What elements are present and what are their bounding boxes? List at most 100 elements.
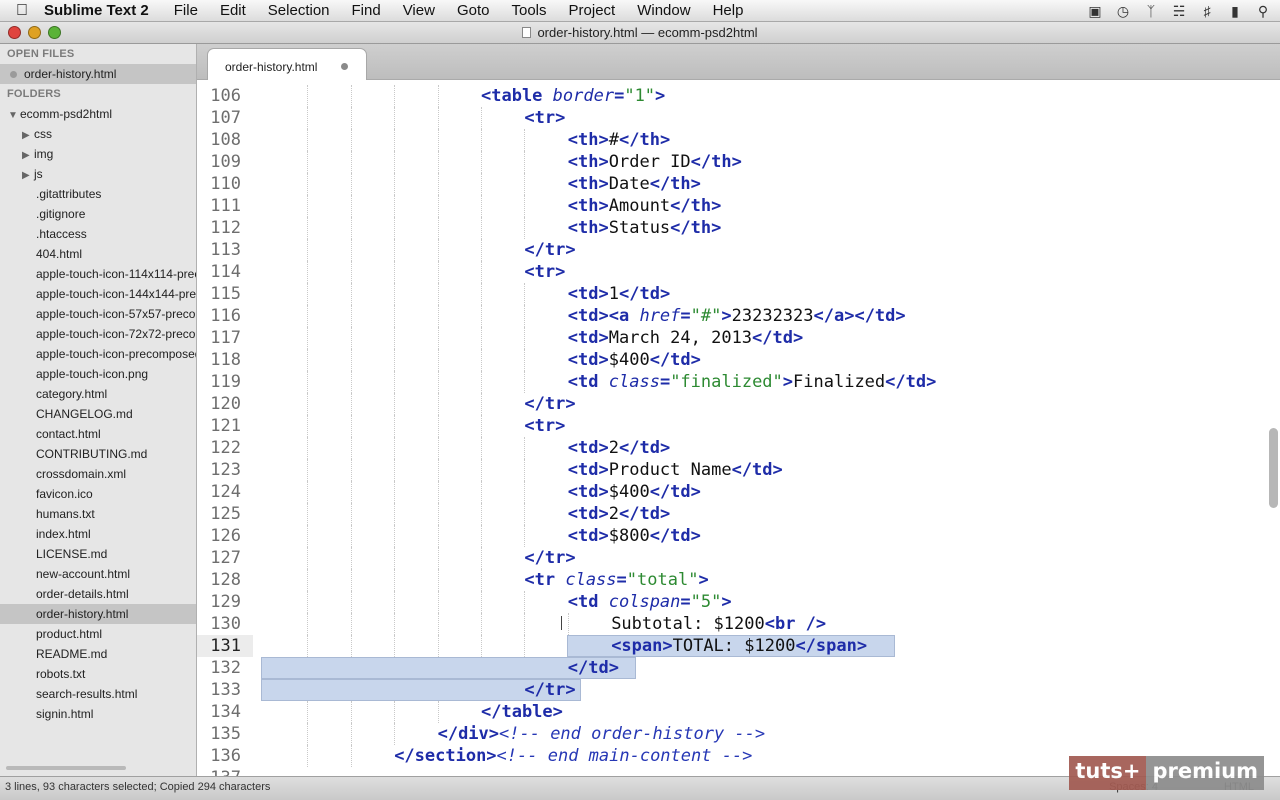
- file-item[interactable]: product.html: [0, 624, 196, 644]
- spotlight-search-icon[interactable]: ⚲: [1254, 3, 1272, 20]
- code-line[interactable]: <tr>: [264, 261, 1264, 283]
- code-token: </tr>: [524, 680, 576, 700]
- wifi-icon[interactable]: ☵: [1170, 3, 1188, 20]
- line-number: 133: [210, 680, 241, 700]
- subfolder-css[interactable]: ▶ css: [0, 124, 196, 144]
- code-line[interactable]: <tr>: [264, 107, 1264, 129]
- menu-project[interactable]: Project: [569, 2, 616, 19]
- file-item[interactable]: apple-touch-icon-72x72-precomposed.png: [0, 324, 196, 344]
- code-line[interactable]: <td colspan="5">: [264, 591, 1264, 613]
- code-line[interactable]: <td>$800</td>: [264, 525, 1264, 547]
- file-item[interactable]: new-account.html: [0, 564, 196, 584]
- time-machine-icon[interactable]: ◷: [1114, 3, 1132, 20]
- sidebar-scrollbar[interactable]: [6, 766, 126, 770]
- code-line[interactable]: </div><!-- end order-history -->: [264, 723, 1264, 745]
- code-line[interactable]: </tr>: [264, 547, 1264, 569]
- file-item[interactable]: contact.html: [0, 424, 196, 444]
- menu-file[interactable]: File: [174, 2, 198, 19]
- code-line[interactable]: <th>Amount</th>: [264, 195, 1264, 217]
- file-item[interactable]: category.html: [0, 384, 196, 404]
- code-line[interactable]: </td>: [260, 657, 1264, 679]
- menu-help[interactable]: Help: [713, 2, 744, 19]
- code-line[interactable]: <th>Order ID</th>: [264, 151, 1264, 173]
- file-item[interactable]: apple-touch-icon.png: [0, 364, 196, 384]
- file-item[interactable]: robots.txt: [0, 664, 196, 684]
- code-editor[interactable]: 106 107 108 109 110 111 112 113 114 115 116 117 118 1…: [197, 80, 1280, 776]
- folder-root[interactable]: ▼ ecomm-psd2html: [0, 104, 196, 124]
- subfolder-img[interactable]: ▶ img: [0, 144, 196, 164]
- code-line[interactable]: <td>March 24, 2013</td>: [264, 327, 1264, 349]
- menu-edit[interactable]: Edit: [220, 2, 246, 19]
- disclosure-collapsed-icon[interactable]: ▶: [22, 166, 34, 184]
- screen-record-icon[interactable]: ▣: [1086, 3, 1104, 20]
- battery-icon[interactable]: ▮: [1226, 3, 1244, 20]
- code-token: >: [721, 592, 732, 612]
- code-line[interactable]: Subtotal: $1200<br />: [264, 613, 1264, 635]
- file-item[interactable]: index.html: [0, 524, 196, 544]
- code-line[interactable]: <table border="1">: [264, 85, 1264, 107]
- disclosure-collapsed-icon[interactable]: ▶: [22, 146, 34, 164]
- open-file-item[interactable]: order-history.html: [0, 64, 196, 84]
- code-line[interactable]: </tr>: [264, 239, 1264, 261]
- code-token: <td>: [567, 460, 609, 480]
- file-item[interactable]: .gitattributes: [0, 184, 196, 204]
- code-line[interactable]: <th>Date</th>: [264, 173, 1264, 195]
- file-item[interactable]: .htaccess: [0, 224, 196, 244]
- menu-view[interactable]: View: [403, 2, 435, 19]
- tab-order-history[interactable]: order-history.html: [207, 48, 367, 80]
- file-item[interactable]: order-history.html: [0, 604, 196, 624]
- code-line[interactable]: <tr class="total">: [264, 569, 1264, 591]
- file-item[interactable]: order-details.html: [0, 584, 196, 604]
- file-item[interactable]: favicon.ico: [0, 484, 196, 504]
- subfolder-js[interactable]: ▶ js: [0, 164, 196, 184]
- unsaved-indicator-icon[interactable]: [341, 63, 348, 70]
- code-line[interactable]: <td class="finalized">Finalized</td>: [264, 371, 1264, 393]
- file-item[interactable]: apple-touch-icon-57x57-precomposed.png: [0, 304, 196, 324]
- bluetooth-icon[interactable]: ᛉ: [1142, 3, 1160, 19]
- code-line[interactable]: <th>#</th>: [264, 129, 1264, 151]
- code-area[interactable]: <table border="1"> <tr> <th>#</th> <th>Orde…: [260, 85, 1264, 776]
- file-item[interactable]: LICENSE.md: [0, 544, 196, 564]
- file-item[interactable]: humans.txt: [0, 504, 196, 524]
- disclosure-expanded-icon[interactable]: ▼: [8, 106, 20, 124]
- code-token: </div>: [437, 724, 500, 744]
- document-icon: [522, 27, 532, 38]
- disclosure-collapsed-icon[interactable]: ▶: [22, 126, 34, 144]
- code-line[interactable]: <td>$400</td>: [264, 481, 1264, 503]
- code-line[interactable]: <td>$400</td>: [264, 349, 1264, 371]
- line-number: 132: [210, 658, 241, 678]
- code-token: colspan: [608, 592, 681, 612]
- code-line[interactable]: <td>1</td>: [264, 283, 1264, 305]
- file-item[interactable]: signin.html: [0, 704, 196, 724]
- menu-goto[interactable]: Goto: [457, 2, 490, 19]
- menu-window[interactable]: Window: [637, 2, 690, 19]
- file-item[interactable]: 404.html: [0, 244, 196, 264]
- code-token: </td>: [649, 526, 701, 546]
- code-line[interactable]: <tr>: [264, 415, 1264, 437]
- menu-find[interactable]: Find: [352, 2, 381, 19]
- code-line[interactable]: </tr>: [260, 679, 1264, 701]
- file-item[interactable]: apple-touch-icon-144x144-precomposed.png: [0, 284, 196, 304]
- apple-menu-icon[interactable]: : [0, 2, 44, 20]
- file-item[interactable]: crossdomain.xml: [0, 464, 196, 484]
- code-line[interactable]: <td>Product Name</td>: [264, 459, 1264, 481]
- file-item[interactable]: search-results.html: [0, 684, 196, 704]
- code-line[interactable]: </tr>: [264, 393, 1264, 415]
- volume-icon[interactable]: ♯: [1198, 3, 1216, 19]
- code-line[interactable]: <td>2</td>: [264, 437, 1264, 459]
- menu-selection[interactable]: Selection: [268, 2, 330, 19]
- code-line[interactable]: <td>2</td>: [264, 503, 1264, 525]
- code-line[interactable]: <td><a href="#">23232323</a></td>: [264, 305, 1264, 327]
- code-line[interactable]: </table>: [264, 701, 1264, 723]
- file-item[interactable]: .gitignore: [0, 204, 196, 224]
- file-item[interactable]: CONTRIBUTING.md: [0, 444, 196, 464]
- code-line[interactable]: <span>TOTAL: $1200</span>: [264, 635, 1264, 657]
- app-menu[interactable]: Sublime Text 2: [44, 2, 149, 19]
- menu-tools[interactable]: Tools: [511, 2, 546, 19]
- file-item[interactable]: apple-touch-icon-precomposed.png: [0, 344, 196, 364]
- editor-scrollbar[interactable]: [1269, 428, 1278, 508]
- file-item[interactable]: apple-touch-icon-114x114-precomposed.png: [0, 264, 196, 284]
- code-line[interactable]: <th>Status</th>: [264, 217, 1264, 239]
- file-item[interactable]: README.md: [0, 644, 196, 664]
- file-item[interactable]: CHANGELOG.md: [0, 404, 196, 424]
